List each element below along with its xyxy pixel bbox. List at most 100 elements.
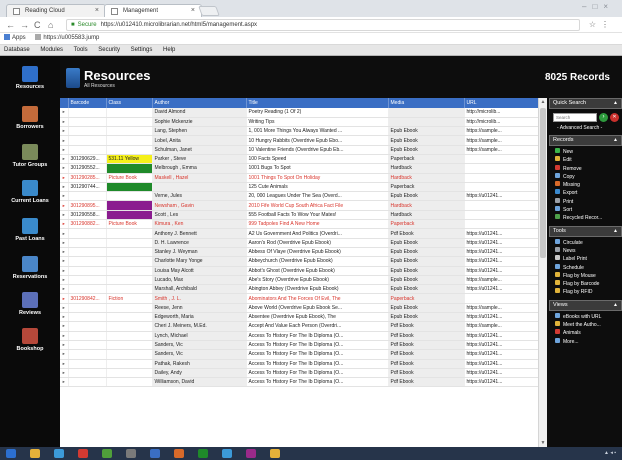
- nav-item-reviews[interactable]: Reviews: [0, 292, 60, 316]
- menu-security[interactable]: Security: [98, 47, 120, 53]
- expand-row-icon[interactable]: ▸: [60, 200, 69, 211]
- expand-row-icon[interactable]: ▸: [60, 191, 69, 202]
- records-action-copy[interactable]: Copy: [555, 172, 622, 181]
- expand-row-icon[interactable]: ▸: [60, 163, 69, 174]
- expand-row-icon[interactable]: ▸: [60, 312, 69, 323]
- tools-action-flag-by-rfid[interactable]: Flag by RFID: [555, 288, 622, 296]
- grid-vertical-scrollbar[interactable]: ▲ ▼: [538, 98, 547, 447]
- expand-row-icon[interactable]: ▸: [60, 154, 69, 165]
- expand-row-icon[interactable]: ▸: [60, 284, 69, 295]
- table-row[interactable]: ▸ David Almond Poetry Reading (1 Of 2) http…: [60, 108, 539, 118]
- taskbar-app-icon[interactable]: [174, 449, 184, 458]
- expand-row-icon[interactable]: ▸: [60, 256, 69, 267]
- collapse-caret-icon[interactable]: ▲: [613, 136, 618, 145]
- window-controls[interactable]: –□×: [582, 2, 614, 11]
- expand-row-icon[interactable]: ▸: [60, 321, 69, 332]
- records-action-sort[interactable]: Sort: [555, 206, 622, 214]
- views-action-ebooks-with-url[interactable]: eBooks with URL: [555, 312, 622, 321]
- expand-row-icon[interactable]: ▸: [60, 303, 69, 314]
- bookmark-link[interactable]: https://u005583.jump: [35, 34, 99, 41]
- close-tab-icon[interactable]: ×: [95, 5, 99, 17]
- nav-item-borrowers[interactable]: Borrowers: [0, 106, 60, 130]
- taskbar-app-icon[interactable]: [102, 449, 112, 458]
- table-row[interactable]: ▸ Williamson, David Access To History For …: [60, 377, 539, 388]
- taskbar-app-icon[interactable]: [6, 449, 16, 458]
- menu-database[interactable]: Database: [4, 47, 30, 53]
- expand-row-icon[interactable]: ▸: [60, 349, 69, 360]
- menu-help[interactable]: Help: [163, 47, 175, 53]
- table-row[interactable]: ▸ Lynch, Michael Access To History For The…: [60, 331, 539, 341]
- system-tray[interactable]: ▲ ◂ ▪: [604, 450, 616, 456]
- records-action-edit[interactable]: Edit: [555, 156, 622, 164]
- records-header[interactable]: Records ▲: [549, 135, 622, 146]
- taskbar-app-icon[interactable]: [222, 449, 232, 458]
- menu-tools[interactable]: Tools: [74, 47, 88, 53]
- expand-row-icon[interactable]: ▸: [60, 210, 69, 221]
- scroll-up-icon[interactable]: ▲: [540, 99, 546, 105]
- table-row[interactable]: ▸ Edgeworth, Maria Absentee (Overdrive Epu…: [60, 312, 539, 323]
- records-action-recycled-recor[interactable]: Recycled Recor...: [555, 214, 622, 222]
- records-action-missing[interactable]: Missing: [555, 181, 622, 189]
- table-row[interactable]: ▸ Anthony J. Bennett A2 Us Government And …: [60, 228, 539, 239]
- advanced-search-link[interactable]: - Advanced Search -: [549, 125, 622, 135]
- browser-tab-management[interactable]: Management ×: [104, 4, 202, 17]
- back-arrow-icon[interactable]: ←: [6, 19, 15, 31]
- search-clear-icon[interactable]: ✕: [610, 113, 619, 122]
- table-row[interactable]: ▸ 301290285... Picture Book Maskell , Hazel…: [60, 173, 539, 183]
- nav-item-bookshop[interactable]: Bookshop: [0, 328, 60, 352]
- expand-row-icon[interactable]: ▸: [60, 117, 69, 128]
- expand-row-icon[interactable]: ▸: [60, 331, 69, 341]
- column-header-class[interactable]: Class: [106, 98, 153, 108]
- bookmark-apps[interactable]: Apps: [4, 34, 26, 41]
- table-row[interactable]: ▸ 301290842... Fiction Smith , J. L. Abomina…: [60, 293, 539, 304]
- expand-row-icon[interactable]: ▸: [60, 266, 69, 276]
- column-header-author[interactable]: Author: [152, 98, 247, 108]
- column-header-media[interactable]: Media: [388, 98, 465, 108]
- table-row[interactable]: ▸ Sophie Mckenzie Writing Tips http://micro…: [60, 117, 539, 128]
- expand-row-icon[interactable]: ▸: [60, 228, 69, 239]
- views-action-animals[interactable]: Animals: [555, 329, 622, 337]
- nav-item-reservations[interactable]: Reservations: [0, 256, 60, 280]
- table-row[interactable]: ▸ Reese, Jenn Above World (Overdrive Epub …: [60, 303, 539, 314]
- tools-action-flag-by-barcode[interactable]: Flag by Barcode: [555, 280, 622, 288]
- records-action-export[interactable]: Export: [555, 189, 622, 197]
- expand-row-icon[interactable]: ▸: [60, 359, 69, 369]
- table-row[interactable]: ▸ 301290895... Newsham , Gavin 2010 Fife Wo…: [60, 200, 539, 211]
- tools-action-flag-by-mouse[interactable]: Flag by Mouse: [555, 271, 622, 280]
- forward-arrow-icon[interactable]: →: [20, 19, 29, 31]
- browser-tab-reading-cloud[interactable]: Reading Cloud ×: [6, 4, 106, 17]
- table-row[interactable]: ▸ Marshall, Archibald Abington Abbey (Over…: [60, 284, 539, 295]
- column-header-barcode[interactable]: Barcode: [68, 98, 107, 108]
- table-row[interactable]: ▸ Sanders, Vic Access To History For The I…: [60, 340, 539, 351]
- expand-row-icon[interactable]: ▸: [60, 126, 69, 137]
- scroll-thumb[interactable]: [540, 108, 546, 258]
- table-row[interactable]: ▸ Schulman, Janet 10 Valentine Friends (Ov…: [60, 145, 539, 156]
- tools-action-schedule[interactable]: Schedule: [555, 263, 622, 272]
- address-bar[interactable]: ■ Secure https://u012410.microlibrarian.ne…: [66, 19, 580, 31]
- table-row[interactable]: ▸ Lang, Stephen 1, 001 More Things You Alw…: [60, 126, 539, 137]
- table-row[interactable]: ▸ Stanley J. Weyman Abbess Of Vlaye (Overd…: [60, 247, 539, 258]
- browser-action-icons[interactable]: ☆⋮: [589, 20, 614, 29]
- table-row[interactable]: ▸ Sanders, Vic Access To History For The I…: [60, 349, 539, 360]
- taskbar-app-icon[interactable]: [54, 449, 64, 458]
- taskbar-app-icon[interactable]: [30, 449, 40, 458]
- records-action-print[interactable]: Print: [555, 197, 622, 206]
- tools-header[interactable]: Tools ▲: [549, 225, 622, 237]
- table-row[interactable]: ▸ 301290882... Picture Book Kimura , Ken 999…: [60, 219, 539, 230]
- expand-row-icon[interactable]: ▸: [60, 182, 69, 193]
- home-icon[interactable]: ⌂: [48, 19, 53, 31]
- table-row[interactable]: ▸ 301290558... Scott , Les 555 Football Fac…: [60, 210, 539, 221]
- expand-row-icon[interactable]: ▸: [60, 108, 69, 118]
- expand-row-icon[interactable]: ▸: [60, 145, 69, 156]
- tools-action-news[interactable]: News: [555, 246, 622, 255]
- views-header[interactable]: Views ▲: [549, 299, 622, 311]
- taskbar-app-icon[interactable]: [246, 449, 256, 458]
- records-action-remove[interactable]: Remove: [555, 164, 622, 173]
- table-row[interactable]: ▸ Cheri J. Meiners, M.Ed. Accept And Value…: [60, 321, 539, 332]
- table-row[interactable]: ▸ 301290744... 125 Cute Animals Paperback: [60, 182, 539, 193]
- expand-row-icon[interactable]: ▸: [60, 275, 69, 286]
- table-row[interactable]: ▸ Verne, Jules 20, 000 Leagues Under The S…: [60, 191, 539, 202]
- resources-grid[interactable]: Barcode Class Author Title Media URL ▸ Da…: [60, 98, 547, 447]
- expand-row-icon[interactable]: ▸: [60, 247, 69, 258]
- nav-item-resources[interactable]: Resources: [0, 66, 60, 90]
